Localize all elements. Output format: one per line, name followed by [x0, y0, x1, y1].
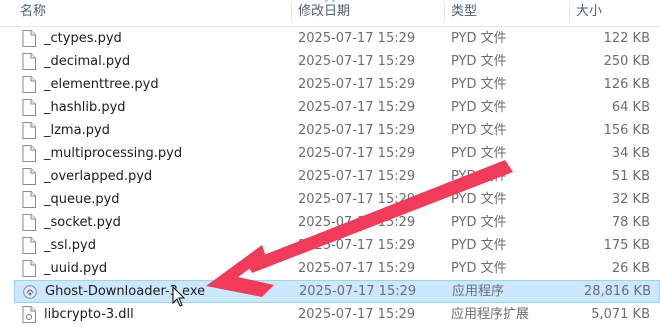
file-modified-date: 2025-07-17 15:29 [298, 54, 416, 69]
file-icon [22, 168, 36, 185]
file-icon [22, 145, 36, 162]
mouse-cursor-icon [172, 286, 186, 307]
file-size: 26 KB [611, 261, 650, 276]
file-modified-date: 2025-07-17 15:29 [298, 77, 416, 92]
file-name: _overlapped.pyd [44, 169, 153, 184]
file-type: PYD 文件 [451, 31, 507, 46]
file-row[interactable]: _decimal.pyd 2025-07-17 15:29 PYD 文件 250 KB [16, 50, 660, 73]
file-name: _elementtree.pyd [44, 77, 159, 92]
file-name: _decimal.pyd [44, 54, 131, 69]
file-modified-date: 2025-07-17 15:29 [298, 146, 416, 161]
file-icon [22, 76, 36, 93]
file-name: _queue.pyd [44, 192, 120, 207]
file-size: 175 KB [603, 238, 650, 253]
file-row[interactable]: _queue.pyd 2025-07-17 15:29 PYD 文件 32 KB [16, 188, 660, 211]
file-name: _socket.pyd [44, 215, 121, 230]
file-type: PYD 文件 [451, 238, 507, 253]
file-name: _ssl.pyd [44, 238, 96, 253]
file-type: PYD 文件 [451, 192, 507, 207]
file-modified-date: 2025-07-17 15:29 [298, 123, 416, 138]
column-header-type[interactable]: 类型 [445, 0, 570, 24]
file-size: 64 KB [611, 100, 650, 115]
file-row[interactable]: libcrypto-3.dll 2025-07-17 15:29 应用程序扩展 5,0… [16, 303, 660, 326]
file-icon [22, 122, 36, 139]
file-size: 28,816 KB [583, 284, 651, 299]
exe-icon [23, 283, 37, 300]
file-icon [22, 30, 36, 47]
file-type: PYD 文件 [451, 100, 507, 115]
file-name: _lzma.pyd [44, 123, 110, 138]
file-modified-date: 2025-07-17 15:29 [298, 192, 416, 207]
file-modified-date: 2025-07-17 15:29 [298, 238, 416, 253]
file-icon [22, 237, 36, 254]
file-size: 126 KB [603, 77, 650, 92]
file-size: 78 KB [611, 215, 650, 230]
file-size: 5,071 KB [591, 307, 650, 322]
column-header-size-label: 大小 [576, 4, 603, 19]
file-type: PYD 文件 [451, 77, 507, 92]
file-row[interactable]: _hashlib.pyd 2025-07-17 15:29 PYD 文件 64 KB [16, 96, 660, 119]
column-header-name[interactable]: 名称 [14, 0, 292, 24]
file-modified-date: 2025-07-17 15:29 [298, 307, 416, 322]
file-row[interactable]: _elementtree.pyd 2025-07-17 15:29 PYD 文件 12… [16, 73, 660, 96]
file-size: 32 KB [611, 192, 650, 207]
column-header-date[interactable]: 修改日期 [292, 0, 445, 24]
file-size: 51 KB [611, 169, 650, 184]
file-row[interactable]: _socket.pyd 2025-07-17 15:29 PYD 文件 78 KB [16, 211, 660, 234]
file-row[interactable]: _uuid.pyd 2025-07-17 15:29 PYD 文件 26 KB [16, 257, 660, 280]
file-icon [22, 99, 36, 116]
file-type: PYD 文件 [451, 123, 507, 138]
file-icon [22, 260, 36, 277]
dll-icon [22, 306, 36, 323]
file-type: PYD 文件 [451, 169, 507, 184]
file-row[interactable]: _multiprocessing.pyd 2025-07-17 15:29 PYD … [16, 142, 660, 165]
file-size: 34 KB [611, 146, 650, 161]
file-modified-date: 2025-07-17 15:29 [298, 169, 416, 184]
file-modified-date: 2025-07-17 15:29 [298, 100, 416, 115]
file-modified-date: 2025-07-17 15:29 [298, 261, 416, 276]
file-type: 应用程序扩展 [451, 307, 530, 322]
file-size: 156 KB [603, 123, 650, 138]
file-row[interactable]: _overlapped.pyd 2025-07-17 15:29 PYD 文件 51 … [16, 165, 660, 188]
file-row-selected[interactable]: Ghost-Downloader-3.exe 2025-07-17 15:29 应用… [14, 280, 660, 303]
column-header-date-label: 修改日期 [298, 4, 351, 19]
file-name: libcrypto-3.dll [44, 307, 134, 322]
file-row[interactable]: _ctypes.pyd 2025-07-17 15:29 PYD 文件 122 KB [16, 27, 660, 50]
file-type: PYD 文件 [451, 261, 507, 276]
file-size: 250 KB [603, 54, 650, 69]
file-type: PYD 文件 [451, 146, 507, 161]
file-name: _hashlib.pyd [44, 100, 126, 115]
file-modified-date: 2025-07-17 15:29 [298, 215, 416, 230]
column-header-name-label: 名称 [20, 4, 47, 19]
column-header-type-label: 类型 [451, 4, 478, 19]
file-row[interactable]: _ssl.pyd 2025-07-17 15:29 PYD 文件 175 KB [16, 234, 660, 257]
file-type: 应用程序 [452, 284, 505, 299]
column-header-bar: 名称 修改日期 类型 大小 [0, 0, 660, 27]
file-modified-date: 2025-07-17 15:29 [299, 284, 417, 299]
file-icon [22, 214, 36, 231]
file-size: 122 KB [603, 31, 650, 46]
file-modified-date: 2025-07-17 15:29 [298, 31, 416, 46]
file-icon [22, 53, 36, 70]
file-type: PYD 文件 [451, 54, 507, 69]
file-name: _multiprocessing.pyd [44, 146, 183, 161]
file-row[interactable]: _lzma.pyd 2025-07-17 15:29 PYD 文件 156 KB [16, 119, 660, 142]
file-name: _uuid.pyd [44, 261, 108, 276]
file-type: PYD 文件 [451, 215, 507, 230]
column-header-size[interactable]: 大小 [570, 0, 660, 24]
file-icon [22, 191, 36, 208]
file-name: _ctypes.pyd [44, 31, 122, 46]
